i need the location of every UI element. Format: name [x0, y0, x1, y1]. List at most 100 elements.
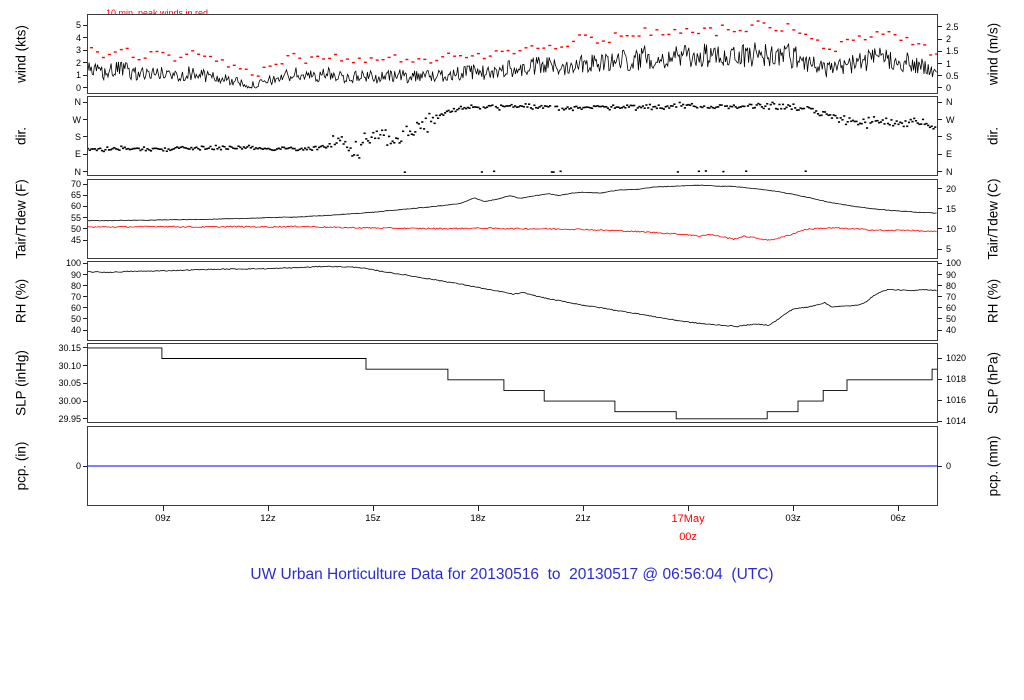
tair-tdew-f-axis-title: Tair/Tdew (F)	[13, 179, 29, 259]
x-tick-mark	[162, 506, 164, 511]
tair-tdew-c-axis-title: Tair/Tdew (C)	[985, 178, 1001, 260]
wind-right-tick-mark	[938, 75, 942, 77]
rh-right-tick-label: 100	[946, 258, 962, 269]
wind-right-tick-mark	[938, 63, 942, 64]
dir-right-tick-label: N	[946, 97, 953, 108]
wind-left-tick-mark	[83, 49, 87, 51]
temp-right-tick-label: 10	[946, 223, 957, 234]
temp-left-tick-label: 55	[70, 212, 81, 223]
temp-left-tick-label: 70	[70, 179, 81, 190]
slp-right-tick-label: 1014	[946, 416, 967, 427]
wind-right-tick-mark	[938, 26, 942, 28]
temp-right-tick-mark	[938, 228, 942, 230]
slp-right-tick-label: 1020	[946, 353, 967, 364]
dir-right-tick-mark	[938, 119, 942, 120]
slp-left-tick-mark	[83, 418, 87, 420]
rh-right-tick-mark	[938, 274, 942, 276]
wind-right-tick-label: 2.5	[946, 21, 959, 32]
wind-left-tick-mark	[83, 24, 87, 26]
precipitation-plot	[87, 426, 938, 506]
rh-right-tick-label: 60	[946, 302, 957, 313]
dir-right-tick-mark	[938, 136, 942, 138]
x-tick-label: 18z	[470, 513, 486, 524]
wind-right-tick-label: 2	[946, 34, 952, 45]
temp-right-tick-label: 20	[946, 183, 957, 194]
wind-left-tick-label: 4	[75, 32, 81, 43]
x-tick-mark	[793, 506, 795, 511]
wind-right-tick-label: 1.5	[946, 46, 959, 57]
wind-speed-plot	[87, 14, 938, 94]
wind-right-tick-label: 1	[946, 58, 952, 69]
wind-left-tick-label: 5	[75, 20, 81, 31]
temp-left-tick-mark	[83, 205, 87, 207]
slp-hpa-axis-title: SLP (hPa)	[985, 351, 1001, 415]
rh-left-axis-title: RH (%)	[13, 278, 29, 324]
slp-right-tick-label: 1018	[946, 374, 967, 385]
temp-left-tick-mark	[83, 239, 87, 241]
wind-right-tick-label: 0	[946, 82, 952, 93]
rh-left-tick-mark	[83, 274, 87, 276]
dir-right-tick-mark	[938, 153, 942, 155]
temp-left-tick-label: 50	[70, 223, 81, 234]
x-tick-label: 17May	[671, 513, 705, 525]
dir-right-tick-mark	[938, 171, 942, 173]
temp-right-tick-label: 5	[946, 244, 952, 255]
pcp-right-tick-label: 0	[946, 461, 952, 471]
dir-left-tick-label: W	[72, 114, 82, 125]
temp-right-tick-mark	[938, 208, 942, 210]
slp-left-tick-mark	[83, 347, 87, 349]
dir-left-tick-mark	[83, 101, 87, 103]
dir-left-tick-mark	[83, 153, 87, 155]
dir-left-tick-label: N	[74, 97, 82, 108]
pcp-right-tick-mark	[938, 465, 942, 467]
rh-right-tick-label: 40	[946, 325, 957, 335]
slp-left-tick-mark	[83, 382, 87, 384]
sea-level-pressure-plot	[87, 343, 938, 423]
dir-right-tick-label: W	[946, 114, 955, 125]
wind-right-tick-mark	[938, 50, 942, 52]
x-tick-mark	[898, 506, 900, 511]
rh-left-tick-mark	[83, 296, 87, 298]
rh-left-tick-label: 50	[70, 313, 81, 324]
pcp-left-tick-label: 0	[75, 461, 81, 471]
slp-right-tick-mark	[938, 378, 942, 380]
x-tick-mark	[372, 506, 374, 511]
dir-left-tick-label: E	[74, 149, 81, 160]
dir-right-tick-label: S	[946, 131, 953, 142]
wind-right-tick-mark	[938, 87, 942, 89]
dir-left-tick-label: N	[74, 166, 82, 177]
x-tick-label: 21z	[575, 513, 591, 524]
rh-left-tick-label: 60	[70, 302, 81, 313]
wind-avg-kts-line	[88, 42, 937, 89]
wind-left-tick-mark	[83, 87, 87, 89]
rh-left-tick-mark	[83, 329, 87, 331]
dir-right-tick-mark	[938, 101, 942, 103]
dir-left-tick-label: S	[74, 131, 81, 142]
tdew-f-line	[88, 225, 937, 241]
rh-left-tick-mark	[83, 285, 87, 287]
chart-title: UW Urban Horticulture Data for 20130516 …	[250, 566, 774, 583]
rh-left-tick-label: 40	[70, 325, 81, 335]
temp-right-tick-label: 15	[946, 203, 957, 214]
wind-right-tick-mark	[938, 38, 942, 40]
rh-right-tick-label: 80	[946, 280, 957, 291]
temp-left-tick-mark	[83, 217, 87, 219]
x-tick-mark	[267, 506, 269, 511]
wind-left-tick-mark	[83, 62, 87, 64]
rh-left-tick-mark	[83, 307, 87, 309]
wind-left-tick-label: 0	[75, 82, 81, 93]
slp-inhg-step-line	[88, 347, 937, 420]
wind-peak-kts-dots	[90, 20, 937, 77]
rh-right-tick-mark	[938, 296, 942, 298]
temp-right-tick-mark	[938, 188, 942, 190]
rh-left-tick-mark	[83, 262, 87, 264]
x-tick-mark	[478, 506, 479, 511]
slp-left-tick-mark	[83, 400, 87, 402]
dir-left-axis-title: dir.	[13, 126, 29, 146]
rh-right-tick-mark	[938, 285, 942, 287]
pcp-left-tick-mark	[83, 465, 87, 467]
x-tick-mark	[583, 506, 585, 511]
temperature-dewpoint-plot	[87, 179, 938, 259]
wind-left-tick-label: 2	[75, 57, 81, 68]
wind-left-tick-mark	[83, 37, 87, 39]
